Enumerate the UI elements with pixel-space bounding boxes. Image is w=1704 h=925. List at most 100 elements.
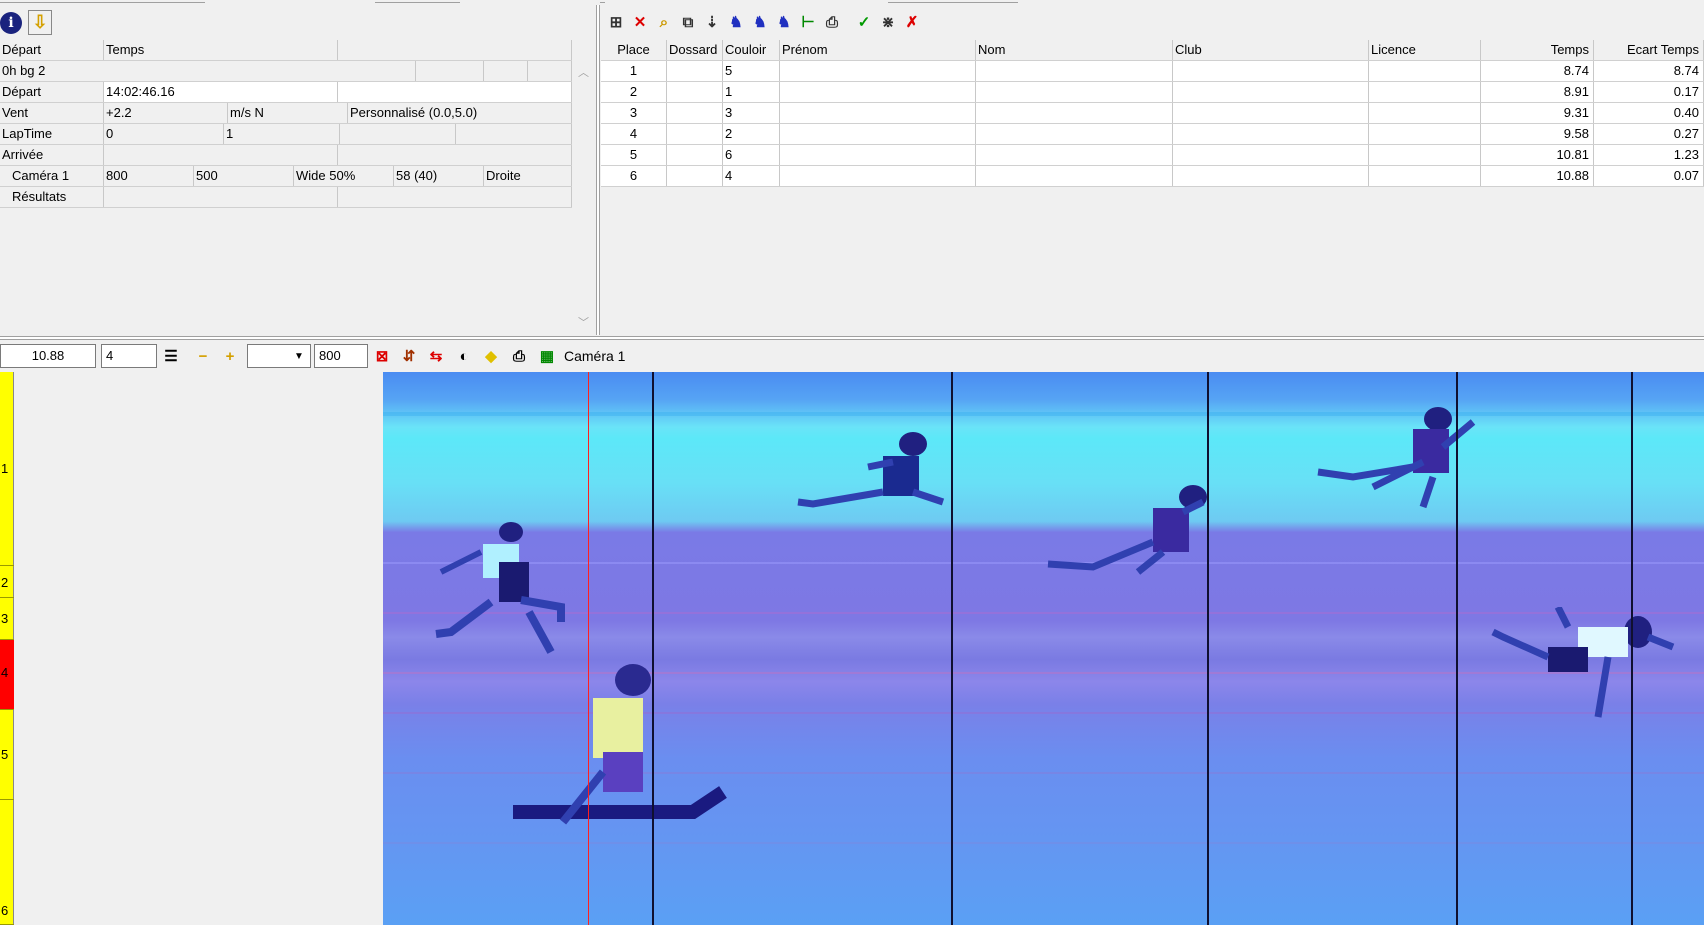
runner2-icon[interactable]: ♞ — [748, 10, 772, 34]
cell-temps[interactable]: 10.81 — [1481, 145, 1594, 165]
col-couloir[interactable]: Couloir — [723, 40, 780, 60]
lane-4[interactable]: 4 — [0, 640, 14, 710]
col-licence[interactable]: Licence — [1369, 40, 1481, 60]
race-name-row[interactable]: 0h bg 2 — [0, 61, 572, 82]
results-row[interactable]: Résultats — [0, 187, 572, 208]
print-icon[interactable]: ⎙ — [820, 10, 844, 34]
cell-ecart[interactable]: 0.17 — [1594, 82, 1704, 102]
print-icon[interactable]: ⎙ — [507, 345, 531, 367]
lane-field[interactable]: 4 — [101, 344, 157, 368]
cell-temps[interactable]: 9.58 — [1481, 124, 1594, 144]
cell-place[interactable]: 5 — [601, 145, 667, 165]
cell-temps[interactable]: 10.88 — [1481, 166, 1594, 186]
cell-place[interactable]: 1 — [601, 61, 667, 81]
wind-row[interactable]: Vent +2.2 m/s N Personnalisé (0.0,5.0) — [0, 103, 572, 124]
cursor-line[interactable] — [588, 372, 589, 925]
cell-licence[interactable] — [1369, 82, 1481, 102]
table-row[interactable]: 3 3 9.31 0.40 — [601, 103, 1704, 124]
cell-licence[interactable] — [1369, 103, 1481, 123]
cell-prenom[interactable] — [780, 166, 976, 186]
split-icon[interactable]: ⋇ — [876, 10, 900, 34]
zoom-in-icon[interactable]: + — [218, 345, 242, 367]
width-field[interactable]: 800 — [314, 344, 368, 368]
cell-ecart[interactable]: 0.40 — [1594, 103, 1704, 123]
scroll-up-icon[interactable]: ︿ — [578, 64, 589, 80]
cell-nom[interactable] — [976, 103, 1173, 123]
cell-nom[interactable] — [976, 61, 1173, 81]
col-nom[interactable]: Nom — [976, 40, 1173, 60]
cell-place[interactable]: 2 — [601, 82, 667, 102]
table-row[interactable]: 2 1 8.91 0.17 — [601, 82, 1704, 103]
zoom-out-icon[interactable]: − — [191, 345, 215, 367]
chevron-down-icon[interactable]: ▼ — [287, 345, 311, 367]
start-time[interactable]: 14:02:46.16 — [104, 82, 338, 102]
cell-ecart[interactable]: 1.23 — [1594, 145, 1704, 165]
lane-1[interactable]: 1 — [0, 372, 14, 566]
cell-temps[interactable]: 8.91 — [1481, 82, 1594, 102]
cell-dossard[interactable] — [667, 124, 723, 144]
camera-row[interactable]: Caméra 1 800 500 Wide 50% 58 (40) Droite — [0, 166, 572, 187]
cell-dossard[interactable] — [667, 82, 723, 102]
cell-ecart[interactable]: 8.74 — [1594, 61, 1704, 81]
col-ecart[interactable]: Ecart Temps — [1594, 40, 1704, 60]
cell-prenom[interactable] — [780, 61, 976, 81]
lane-3[interactable]: 3 — [0, 598, 14, 640]
table-row[interactable]: 5 6 10.81 1.23 — [601, 145, 1704, 166]
close-icon[interactable]: ✗ — [900, 10, 924, 34]
cell-dossard[interactable] — [667, 145, 723, 165]
arrival-row[interactable]: Arrivée — [0, 145, 572, 166]
laptime-a[interactable]: 0 — [104, 124, 224, 144]
cell-ecart[interactable]: 0.07 — [1594, 166, 1704, 186]
cell-club[interactable] — [1173, 145, 1369, 165]
cell-nom[interactable] — [976, 82, 1173, 102]
cell-prenom[interactable] — [780, 103, 976, 123]
cell-couloir[interactable]: 3 — [723, 103, 780, 123]
wind-mode[interactable]: Personnalisé (0.0,5.0) — [348, 103, 572, 123]
cell-licence[interactable] — [1369, 166, 1481, 186]
info-icon[interactable]: i — [0, 12, 22, 34]
delete-icon[interactable]: ⊠ — [370, 345, 394, 367]
runner-icon[interactable]: ♞ — [724, 10, 748, 34]
grid-icon[interactable]: ▦ — [535, 345, 559, 367]
col-place[interactable]: Place — [601, 40, 667, 60]
cell-licence[interactable] — [1369, 124, 1481, 144]
cell-dossard[interactable] — [667, 103, 723, 123]
cell-place[interactable]: 3 — [601, 103, 667, 123]
wind-value[interactable]: +2.2 — [104, 103, 228, 123]
download-arrow-icon[interactable]: ⇩ — [28, 10, 52, 35]
select-icon[interactable]: ⊞ — [604, 10, 628, 34]
cell-nom[interactable] — [976, 124, 1173, 144]
cell-licence[interactable] — [1369, 145, 1481, 165]
cell-club[interactable] — [1173, 103, 1369, 123]
left-scrollbar[interactable]: ︿ ﹀ — [572, 58, 594, 333]
cell-club[interactable] — [1173, 124, 1369, 144]
diamond-icon[interactable]: ◆ — [479, 345, 503, 367]
start-row[interactable]: Départ 14:02:46.16 — [0, 82, 572, 103]
cell-nom[interactable] — [976, 145, 1173, 165]
cell-place[interactable]: 6 — [601, 166, 667, 186]
vertical-splitter[interactable] — [596, 5, 600, 335]
adjust-icon[interactable]: ⇵ — [397, 345, 421, 367]
table-row[interactable]: 4 2 9.58 0.27 — [601, 124, 1704, 145]
cell-ecart[interactable]: 0.27 — [1594, 124, 1704, 144]
compare-icon[interactable]: ⇆ — [424, 345, 448, 367]
table-row[interactable]: 6 4 10.88 0.07 — [601, 166, 1704, 187]
settings-icon[interactable]: ☰ — [159, 345, 183, 367]
cell-licence[interactable] — [1369, 61, 1481, 81]
col-prenom[interactable]: Prénom — [780, 40, 976, 60]
cell-couloir[interactable]: 1 — [723, 82, 780, 102]
tree-icon[interactable]: ⊢ — [796, 10, 820, 34]
cell-club[interactable] — [1173, 166, 1369, 186]
cell-nom[interactable] — [976, 166, 1173, 186]
table-row[interactable]: 1 5 8.74 8.74 — [601, 61, 1704, 82]
lane-5[interactable]: 5 — [0, 710, 14, 800]
cell-place[interactable]: 4 — [601, 124, 667, 144]
col-temps[interactable]: Temps — [1481, 40, 1594, 60]
runner3-icon[interactable]: ♞ — [772, 10, 796, 34]
delete-icon[interactable]: ✕ — [628, 10, 652, 34]
photo-finish-image[interactable] — [383, 372, 1704, 925]
cell-couloir[interactable]: 5 — [723, 61, 780, 81]
layers-icon[interactable]: ⧉ — [676, 10, 700, 34]
zoom-icon[interactable]: ⌕ — [652, 10, 676, 34]
cell-club[interactable] — [1173, 82, 1369, 102]
